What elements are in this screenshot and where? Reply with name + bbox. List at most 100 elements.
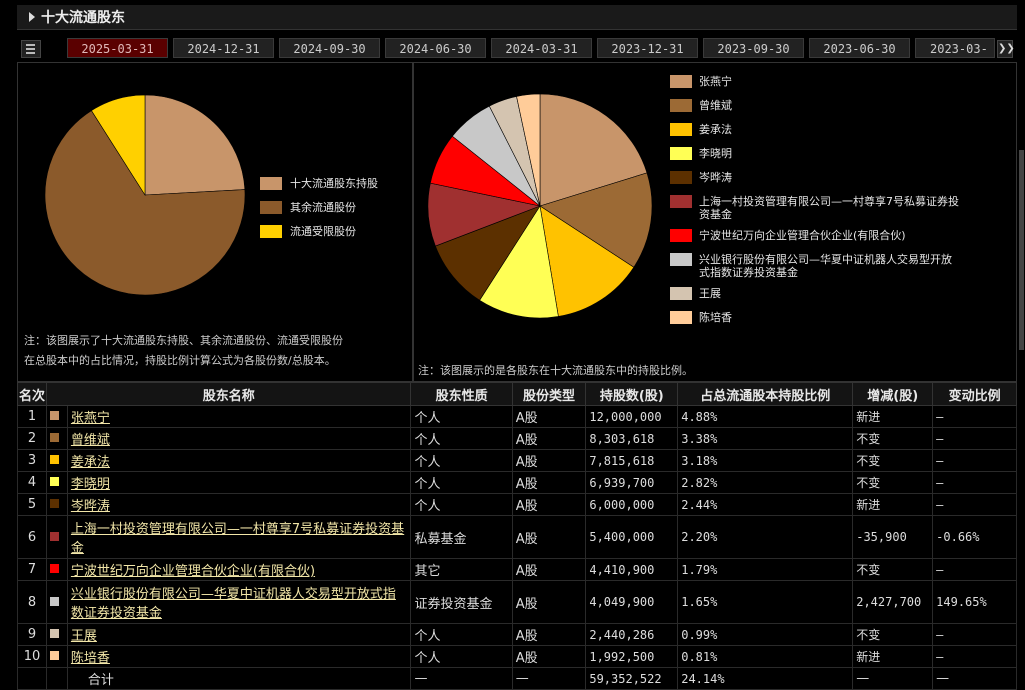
holder-name-link[interactable]: 上海一村投资管理有限公司—一村尊享7号私募证券投资基金 (71, 522, 404, 556)
change-cell: 不变 (852, 449, 934, 472)
col-header-rank[interactable]: 名次 (17, 382, 47, 406)
color-swatch (49, 596, 59, 606)
holder-name-link[interactable]: 陈培香 (71, 651, 110, 666)
col-header-nature[interactable]: 股东性质 (410, 382, 513, 406)
change-cell: 不变 (852, 471, 934, 494)
next-page-icon[interactable]: ❯❯ (997, 40, 1015, 58)
change-ratio-cell: — (932, 471, 1017, 494)
color-swatch-cell (45, 449, 68, 472)
share-type-cell: A股 (511, 645, 587, 668)
col-header-ratio[interactable]: 占总流通股本持股比例 (677, 382, 854, 406)
nature-cell: 个人 (410, 623, 513, 646)
holder-name-link[interactable]: 李晓明 (71, 477, 110, 492)
holder-name-cell: 王展 (66, 623, 412, 646)
color-swatch (49, 499, 59, 508)
holder-name-link[interactable]: 张燕宁 (71, 411, 110, 426)
rank-cell: 8 (17, 580, 47, 624)
list-menu-icon[interactable] (21, 40, 41, 58)
table-row[interactable]: 1 张燕宁 个人 A股 12,000,000 4.88% 新进 — (17, 405, 1017, 428)
color-swatch-cell (45, 515, 68, 559)
table-row[interactable]: 5 岑晔涛 个人 A股 6,000,000 2.44% 新进 — (17, 493, 1017, 516)
tab-date-7[interactable]: 2023-06-30 (809, 38, 910, 58)
table-row[interactable]: 8 兴业银行股份有限公司—华夏中证机器人交易型开放式指数证券投资基金 证券投资基金 A… (17, 580, 1017, 624)
nature-cell: 个人 (410, 645, 513, 668)
color-swatch (49, 411, 59, 420)
change-ratio-cell: — (932, 667, 1017, 690)
ratio-cell: 3.38% (677, 427, 854, 450)
shares-cell: 4,410,900 (585, 558, 679, 581)
shares-cell: 59,352,522 (585, 667, 679, 690)
table-row[interactable]: 7 宁波世纪万向企业管理合伙企业(有限合伙) 其它 A股 4,410,900 1.79% 不… (17, 558, 1017, 581)
collapse-triangle-icon[interactable] (29, 12, 35, 22)
legend-label: 姜承法 (699, 123, 732, 136)
change-cell: 不变 (852, 558, 934, 581)
shares-cell: 1,992,500 (585, 645, 679, 668)
color-swatch-cell (45, 405, 68, 428)
holder-name-link[interactable]: 岑晔涛 (71, 499, 110, 514)
legend-swatch (670, 123, 692, 136)
legend-swatch (670, 253, 692, 266)
rank-cell: 2 (17, 427, 47, 450)
legend-label: 兴业银行股份有限公司—华夏中证机器人交易型开放式指数证券投资基金 (699, 253, 952, 279)
holder-name-cell: 曾维斌 (66, 427, 412, 450)
col-header-shares[interactable]: 持股数(股) (585, 382, 679, 406)
table-row[interactable]: 10 陈培香 个人 A股 1,992,500 0.81% 新进 — (17, 645, 1017, 668)
color-swatch-cell (45, 471, 68, 494)
holder-name-cell: 李晓明 (66, 471, 412, 494)
tab-date-4[interactable]: 2024-03-31 (491, 38, 592, 58)
pie-slice[interactable] (144, 94, 246, 196)
tab-date-5[interactable]: 2023-12-31 (597, 38, 698, 58)
tab-date-3[interactable]: 2024-06-30 (385, 38, 486, 58)
nature-cell: 私募基金 (410, 515, 513, 559)
tab-date-1[interactable]: 2024-12-31 (173, 38, 274, 58)
legend-label: 曾维斌 (699, 99, 732, 112)
legend-swatch (670, 195, 692, 208)
nature-cell: 个人 (410, 449, 513, 472)
nature-cell: 个人 (410, 405, 513, 428)
rank-cell: 10 (17, 645, 47, 668)
change-cell: 不变 (852, 427, 934, 450)
rank-cell: 4 (17, 471, 47, 494)
tab-date-2[interactable]: 2024-09-30 (279, 38, 380, 58)
table-row[interactable]: 4 李晓明 个人 A股 6,939,700 2.82% 不变 — (17, 471, 1017, 494)
share-type-cell: A股 (511, 471, 587, 494)
table-row[interactable]: 2 曾维斌 个人 A股 8,303,618 3.38% 不变 — (17, 427, 1017, 450)
tab-date-6[interactable]: 2023-09-30 (703, 38, 804, 58)
col-header-name[interactable]: 股东名称 (45, 382, 412, 406)
legend-label: 岑晔涛 (699, 171, 732, 184)
legend-label: 张燕宁 (699, 75, 732, 88)
shares-cell: 6,939,700 (585, 471, 679, 494)
legend-swatch (260, 201, 282, 214)
table-row[interactable]: 6 上海一村投资管理有限公司—一村尊享7号私募证券投资基金 私募基金 A股 5,400,… (17, 515, 1017, 559)
scrollbar[interactable] (1019, 150, 1024, 350)
tab-date-0[interactable]: 2025-03-31 (67, 38, 168, 58)
rank-cell: 7 (17, 558, 47, 581)
share-type-cell: A股 (511, 493, 587, 516)
rank-cell: 3 (17, 449, 47, 472)
rank-cell: 6 (17, 515, 47, 559)
table-row[interactable]: 3 姜承法 个人 A股 7,815,618 3.18% 不变 — (17, 449, 1017, 472)
holder-name-cell: 上海一村投资管理有限公司—一村尊享7号私募证券投资基金 (66, 515, 412, 559)
holder-name-link[interactable]: 曾维斌 (71, 433, 110, 448)
change-cell: 新进 (852, 405, 934, 428)
total-label: 合计 (66, 667, 412, 690)
nature-cell: 证券投资基金 (410, 580, 513, 624)
ratio-cell: 1.79% (677, 558, 854, 581)
change-cell: 新进 (852, 493, 934, 516)
col-header-type[interactable]: 股份类型 (511, 382, 587, 406)
share-type-cell: A股 (511, 580, 587, 624)
share-type-cell: A股 (511, 449, 587, 472)
color-swatch-cell (45, 645, 68, 668)
col-header-change-ratio[interactable]: 变动比例 (932, 382, 1017, 406)
holder-name-link[interactable]: 姜承法 (71, 455, 110, 470)
shares-cell: 5,400,000 (585, 515, 679, 559)
rank-cell (17, 667, 47, 690)
tab-date-8[interactable]: 2023-03-3 (915, 38, 995, 58)
holder-name-link[interactable]: 兴业银行股份有限公司—华夏中证机器人交易型开放式指数证券投资基金 (71, 587, 396, 621)
legend-swatch (670, 229, 692, 242)
holder-name-link[interactable]: 王展 (71, 629, 97, 644)
table-row[interactable]: 9 王展 个人 A股 2,440,286 0.99% 不变 — (17, 623, 1017, 646)
holder-name-link[interactable]: 宁波世纪万向企业管理合伙企业(有限合伙) (71, 564, 315, 579)
share-type-cell: A股 (511, 405, 587, 428)
col-header-change[interactable]: 增减(股) (852, 382, 934, 406)
